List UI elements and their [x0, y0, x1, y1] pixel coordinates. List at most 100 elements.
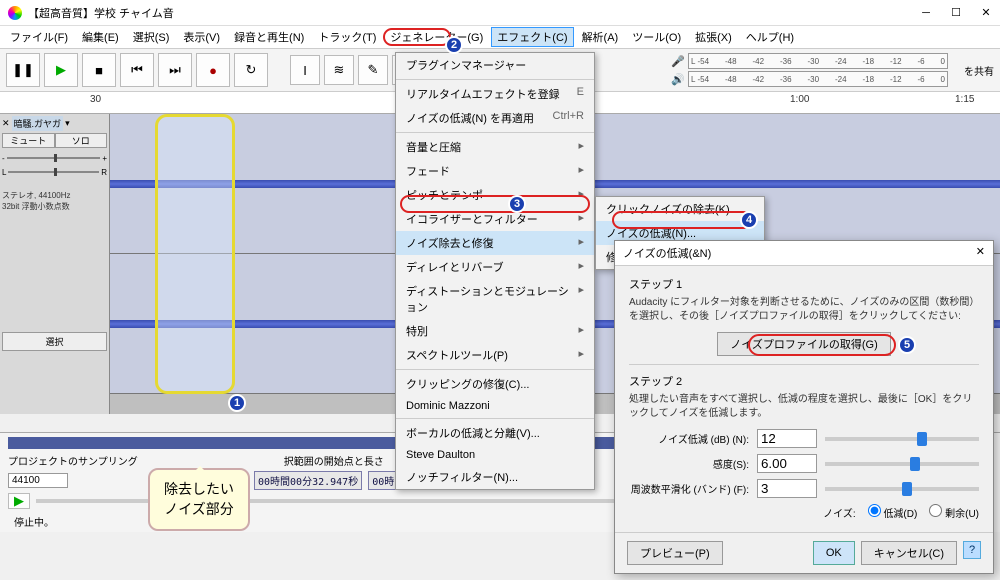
solo-button[interactable]: ソロ: [55, 133, 108, 148]
noise-reduction-input[interactable]: [757, 429, 817, 448]
play-meter[interactable]: L-54-48-42-36-30-24-18-12-60: [688, 71, 948, 87]
close-track-icon[interactable]: ✕: [2, 118, 10, 129]
draw-tool[interactable]: ✎: [358, 55, 388, 85]
annotation-number-4: 4: [740, 211, 758, 229]
effect-menu-item[interactable]: リアルタイムエフェクトを登録E: [396, 82, 594, 106]
effect-menu-item[interactable]: ディレイとリバーブ: [396, 255, 594, 279]
noise-reduction-slider[interactable]: [825, 437, 979, 441]
step2-label: ステップ 2: [629, 373, 979, 389]
gain-slider[interactable]: [7, 157, 101, 159]
effect-menu-item[interactable]: Dominic Mazzoni: [396, 396, 594, 416]
maximize-button[interactable]: ☐: [950, 7, 962, 19]
title-bar: 【超高音質】学校 チャイム音 ─ ☐ ✕: [0, 0, 1000, 26]
skip-start-button[interactable]: ⏮: [120, 53, 154, 87]
effect-menu-item[interactable]: フェード: [396, 159, 594, 183]
smoothing-slider[interactable]: [825, 487, 979, 491]
track-menu-icon[interactable]: ▾: [65, 118, 70, 129]
play-at-speed-button[interactable]: ▶: [8, 493, 30, 509]
menu-bar: ファイル(F)編集(E)選択(S)表示(V)録音と再生(N)トラック(T)ジェネ…: [0, 26, 1000, 48]
step2-desc: 処理したい音声をすべて選択し、低減の程度を選択し、最後に［OK］をクリックしてノ…: [629, 393, 979, 421]
effect-menu-item[interactable]: ノイズの低減(N) を再適用Ctrl+R: [396, 106, 594, 130]
callout-noise-region: 除去したいノイズ部分: [148, 468, 250, 531]
menu-8[interactable]: 解析(A): [576, 27, 625, 47]
menu-5[interactable]: トラック(T): [312, 27, 382, 47]
mute-button[interactable]: ミュート: [2, 133, 55, 148]
menu-11[interactable]: ヘルプ(H): [740, 27, 800, 47]
share-label: を共有: [964, 63, 994, 78]
pan-slider[interactable]: [8, 171, 99, 173]
effect-menu-item[interactable]: クリッピングの修復(C)...: [396, 372, 594, 396]
cancel-button[interactable]: キャンセル(C): [861, 541, 957, 565]
menu-2[interactable]: 選択(S): [127, 27, 176, 47]
track-name[interactable]: 暗騒.ガヤガ: [12, 116, 64, 131]
annotation-circle-3: [400, 195, 590, 213]
mic-icon: 🎤: [671, 55, 685, 68]
sensitivity-input[interactable]: [757, 454, 817, 473]
annotation-circle-2: [383, 28, 451, 46]
noise-reduction-dialog: ノイズの低減(&N) ✕ ステップ 1 Audacity にフィルター対象を判断…: [614, 240, 994, 574]
effects-menu-dropdown: プラグインマネージャーリアルタイムエフェクトを登録Eノイズの低減(N) を再適用…: [395, 52, 595, 490]
selection-start-time[interactable]: 00時間00分32.947秒: [254, 471, 362, 490]
menu-1[interactable]: 編集(E): [76, 27, 125, 47]
menu-3[interactable]: 表示(V): [177, 27, 226, 47]
sensitivity-label: 感度(S):: [629, 456, 749, 471]
effect-menu-item[interactable]: スペクトルツール(P): [396, 343, 594, 367]
dialog-title: ノイズの低減(&N): [623, 245, 711, 261]
record-button[interactable]: ●: [196, 53, 230, 87]
menu-9[interactable]: ツール(O): [626, 27, 687, 47]
skip-end-button[interactable]: ⏭: [158, 53, 192, 87]
app-logo-icon: [8, 6, 22, 20]
help-icon[interactable]: ?: [963, 541, 981, 559]
pause-button[interactable]: ❚❚: [6, 53, 40, 87]
menu-10[interactable]: 拡張(X): [689, 27, 738, 47]
ruler-tick: 1:00: [790, 94, 809, 105]
step1-label: ステップ 1: [629, 276, 979, 292]
noise-mode-label: ノイズ:: [823, 505, 855, 520]
track-control-panel[interactable]: ✕ 暗騒.ガヤガ ▾ ミュート ソロ -+ LR ステレオ, 44100Hz32…: [0, 114, 110, 414]
selection-tool[interactable]: I: [290, 55, 320, 85]
effect-menu-item[interactable]: プラグインマネージャー: [396, 53, 594, 77]
effect-menu-item[interactable]: ボーカルの低減と分離(V)...: [396, 421, 594, 445]
window-title: 【超高音質】学校 チャイム音: [28, 5, 920, 21]
selection-label: 択範囲の開始点と長さ: [284, 453, 384, 468]
menu-4[interactable]: 録音と再生(N): [228, 27, 310, 47]
effect-menu-item[interactable]: ディストーションとモジュレーション: [396, 279, 594, 319]
minimize-button[interactable]: ─: [920, 7, 932, 19]
annotation-circle-5: [748, 334, 896, 356]
annotation-number-5: 5: [898, 336, 916, 354]
ruler-tick: 30: [90, 94, 101, 105]
annotation-number-1: 1: [228, 394, 246, 412]
smoothing-label: 周波数平滑化 (バンド) (F):: [629, 481, 749, 496]
residue-radio[interactable]: 剰余(U): [929, 504, 979, 520]
select-track-button[interactable]: 選択: [2, 332, 107, 351]
project-rate-input[interactable]: [8, 473, 68, 488]
annotation-number-2: 2: [445, 36, 463, 54]
dialog-close-icon[interactable]: ✕: [976, 245, 985, 261]
menu-7[interactable]: エフェクト(C): [491, 27, 573, 47]
close-button[interactable]: ✕: [980, 7, 992, 19]
record-meter[interactable]: L-54-48-42-36-30-24-18-12-60: [688, 53, 948, 69]
sensitivity-slider[interactable]: [825, 462, 979, 466]
reduce-radio[interactable]: 低減(D): [868, 504, 918, 520]
selection-region: [155, 114, 235, 394]
ok-button[interactable]: OK: [813, 541, 855, 565]
effect-menu-item[interactable]: Steve Daulton: [396, 445, 594, 465]
effect-menu-item[interactable]: 音量と圧縮: [396, 135, 594, 159]
play-button[interactable]: ▶: [44, 53, 78, 87]
noise-reduction-label: ノイズ低減 (dB) (N):: [629, 431, 749, 446]
smoothing-input[interactable]: [757, 479, 817, 498]
envelope-tool[interactable]: ≋: [324, 55, 354, 85]
annotation-number-3: 3: [508, 195, 526, 213]
effect-menu-item[interactable]: ノイズ除去と修復: [396, 231, 594, 255]
loop-button[interactable]: ↻: [234, 53, 268, 87]
preview-button[interactable]: プレビュー(P): [627, 541, 723, 565]
stop-button[interactable]: ■: [82, 53, 116, 87]
annotation-circle-4: [612, 211, 752, 229]
ruler-tick: 1:15: [955, 94, 974, 105]
effect-menu-item[interactable]: ノッチフィルター(N)...: [396, 465, 594, 489]
track-info: ステレオ, 44100Hz32bit 浮動小数点数: [2, 190, 107, 212]
effect-menu-item[interactable]: 特別: [396, 319, 594, 343]
speaker-icon: 🔊: [671, 73, 685, 86]
step1-desc: Audacity にフィルター対象を判断させるために、ノイズのみの区間（数秒間）…: [629, 296, 979, 324]
menu-0[interactable]: ファイル(F): [4, 27, 74, 47]
